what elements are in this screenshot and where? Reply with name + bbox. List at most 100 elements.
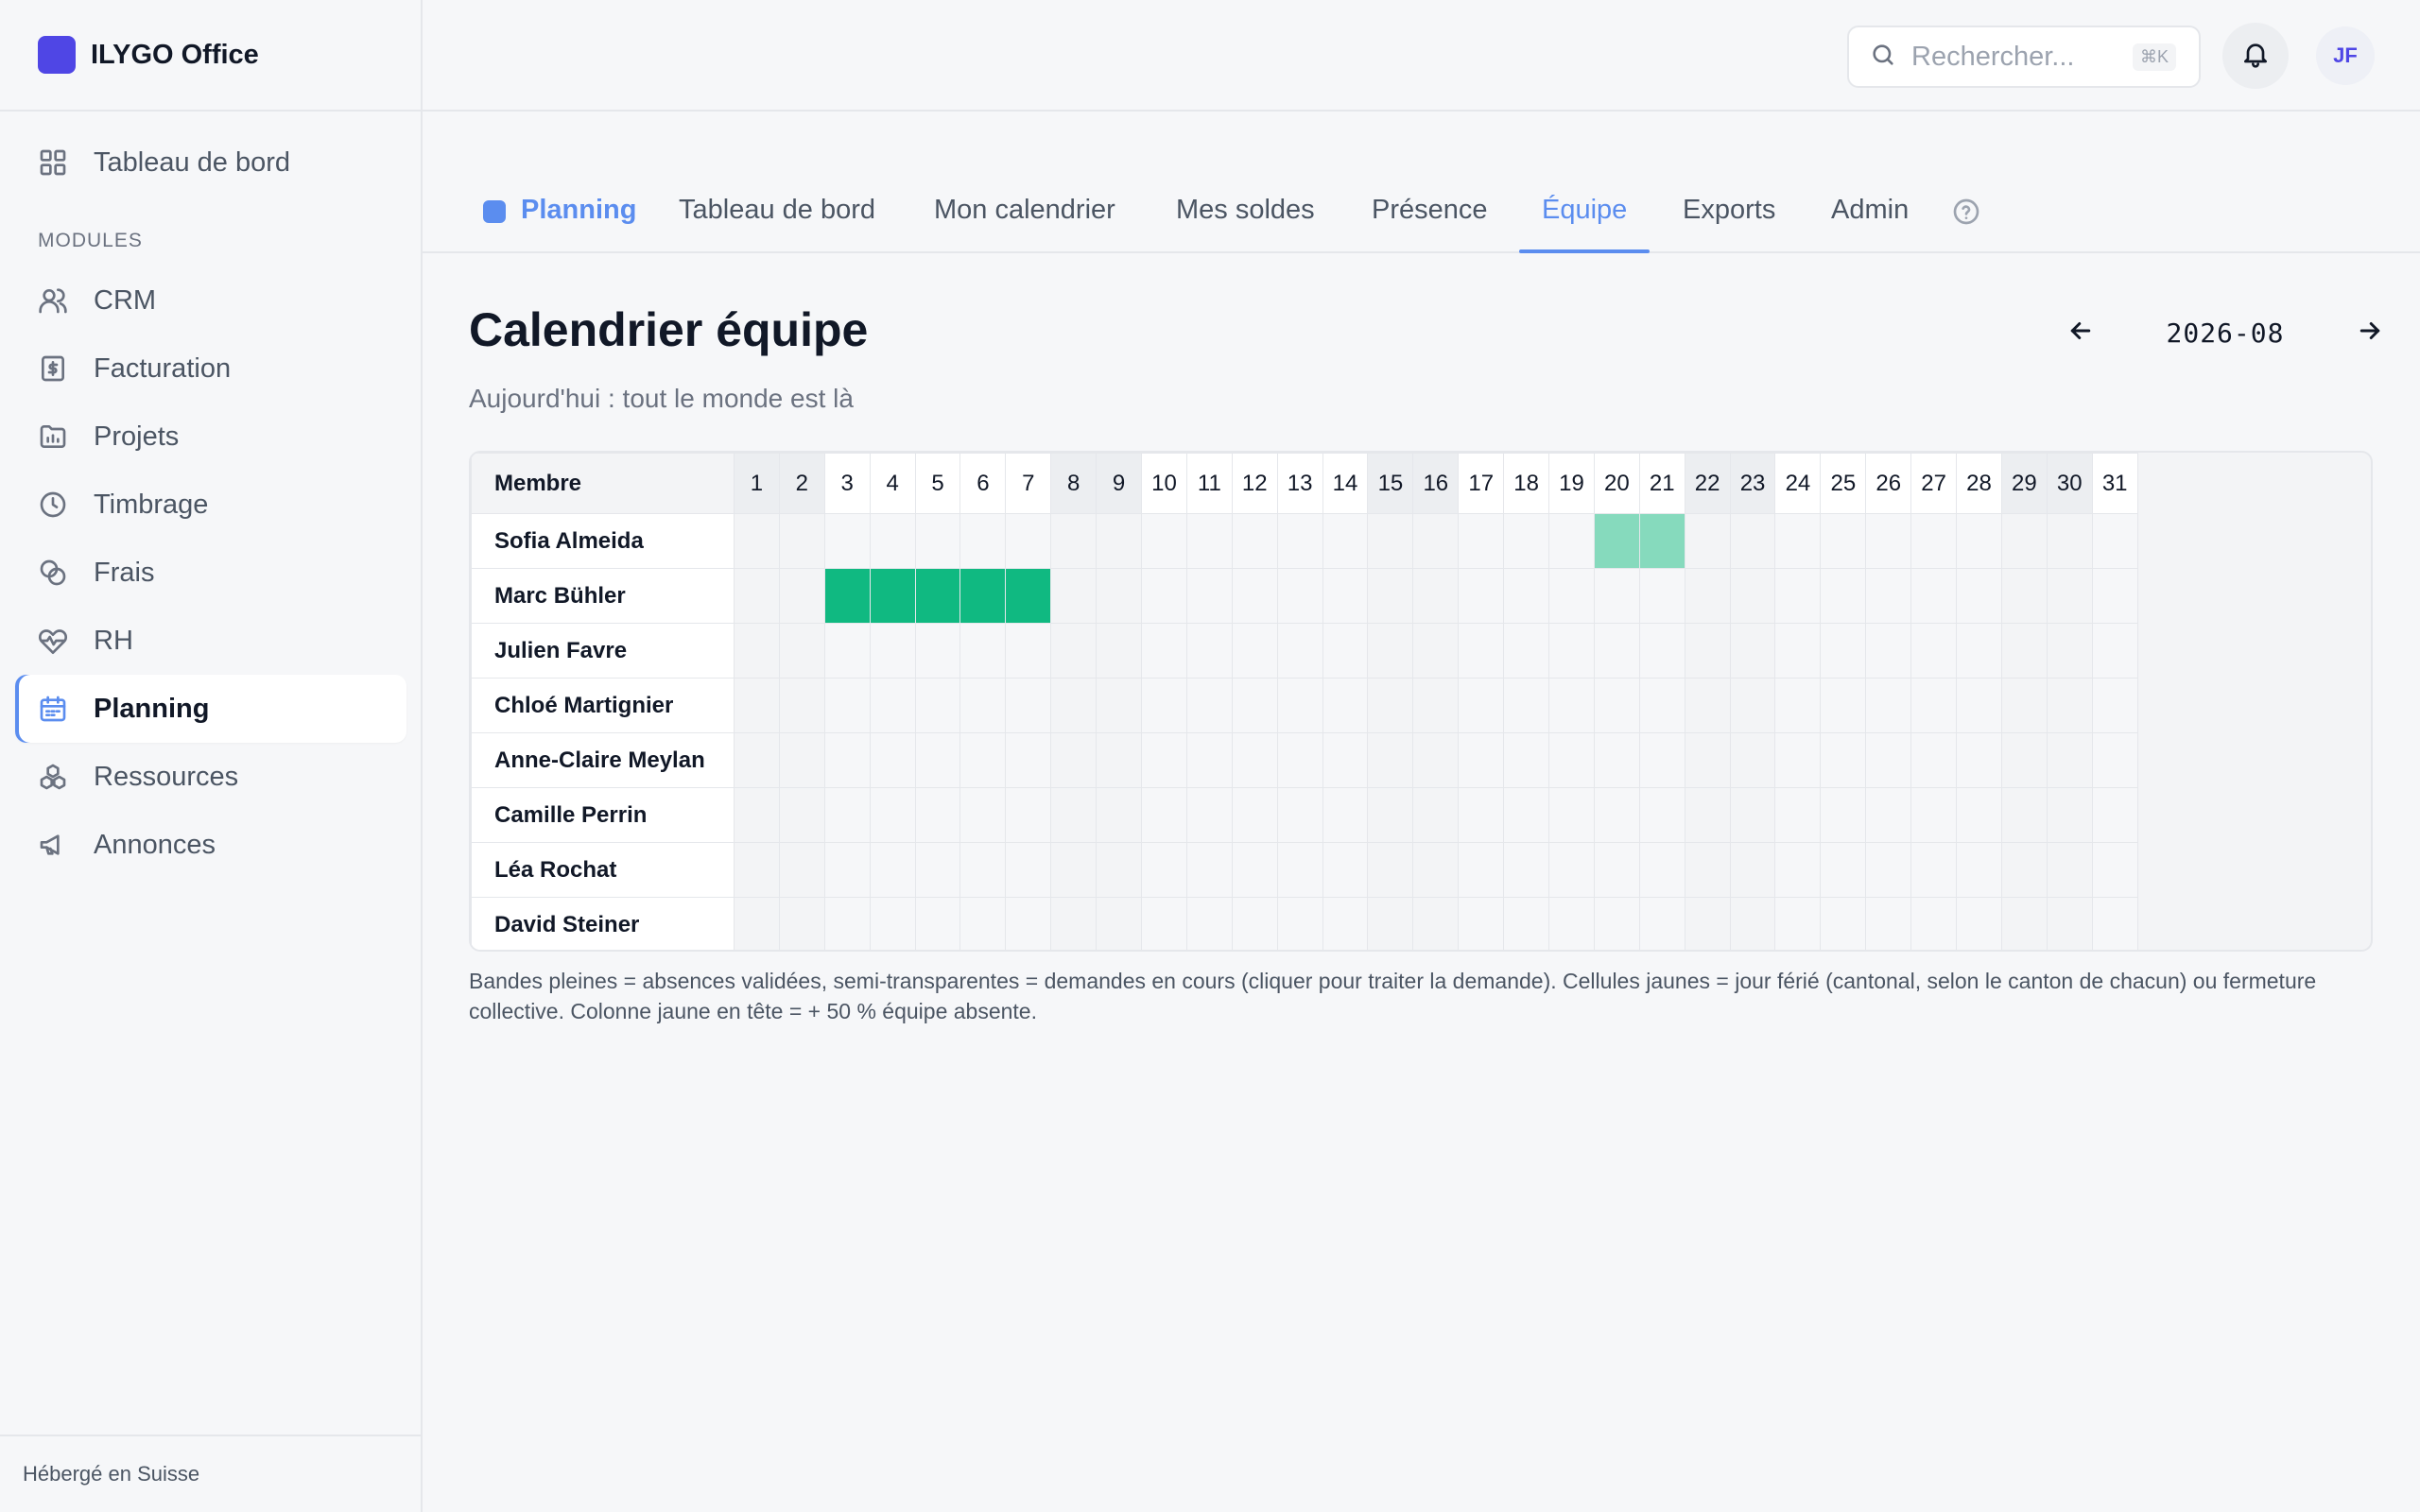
day-cell (1050, 568, 1098, 624)
absence-validated-cell[interactable] (823, 568, 871, 624)
sidebar-item-frais[interactable]: Frais (15, 539, 406, 607)
help-icon[interactable] (1951, 197, 1981, 227)
day-cell (1593, 568, 1640, 624)
tab-tableau-de-bord[interactable]: Tableau de bord (679, 195, 875, 253)
previous-month-button[interactable] (2066, 317, 2095, 350)
day-cell (1050, 513, 1098, 569)
day-cell (2091, 513, 2138, 569)
absence-validated-cell[interactable] (869, 568, 916, 624)
day-cell (1005, 623, 1052, 679)
sidebar-item-label: Frais (94, 557, 155, 588)
users-icon (38, 285, 68, 316)
page-title: Calendrier équipe (469, 303, 869, 356)
day-cell (1820, 623, 1867, 679)
member-name: David Steiner (471, 897, 735, 950)
day-cell (1910, 787, 1958, 843)
day-cell (1729, 732, 1776, 788)
brand[interactable]: ILYGO Office (0, 0, 421, 112)
day-cell (1684, 513, 1731, 569)
tab-admin[interactable]: Admin (1831, 195, 1909, 253)
tab-mes-soldes[interactable]: Mes soldes (1176, 195, 1315, 253)
planning-dot-icon (483, 200, 506, 223)
absence-request-cell[interactable] (1638, 513, 1685, 569)
sidebar-item-planning[interactable]: Planning (15, 675, 406, 743)
day-cell (734, 623, 780, 679)
day-cell (1729, 513, 1776, 569)
absence-request-cell[interactable] (1593, 513, 1640, 569)
calendar-icon (38, 694, 68, 724)
day-cell (2091, 842, 2138, 898)
day-header: 28 (1956, 453, 2002, 514)
coins-icon (38, 558, 68, 588)
day-cell (1729, 897, 1776, 950)
tab-planning-home[interactable]: Planning (483, 195, 636, 226)
sidebar-item-projets[interactable]: Projets (15, 403, 406, 471)
day-cell (1005, 897, 1052, 950)
sidebar-item-tableau-de-bord[interactable]: Tableau de bord (15, 129, 406, 197)
day-header: 23 (1729, 453, 1776, 514)
topbar: Rechercher... ⌘K JF (423, 0, 2420, 112)
day-cell (2000, 897, 2048, 950)
notifications-button[interactable] (2222, 23, 2289, 89)
day-header: 18 (1503, 453, 1550, 514)
day-cell (778, 787, 825, 843)
day-cell (959, 623, 1007, 679)
day-cell (1231, 568, 1278, 624)
day-cell (1729, 787, 1776, 843)
day-cell (1231, 787, 1278, 843)
day-cell (1005, 787, 1052, 843)
absence-validated-cell[interactable] (959, 568, 1007, 624)
avatar[interactable]: JF (2316, 26, 2375, 85)
day-cell (1956, 623, 2002, 679)
tab-exports[interactable]: Exports (1683, 195, 1775, 253)
day-cell (959, 787, 1007, 843)
sidebar-item-label: RH (94, 625, 133, 656)
sidebar-item-rh[interactable]: RH (15, 607, 406, 675)
day-cell (1050, 732, 1098, 788)
day-header: 31 (2091, 453, 2138, 514)
day-cell (1231, 678, 1278, 733)
day-cell (1458, 513, 1505, 569)
day-cell (1503, 623, 1550, 679)
search-input[interactable]: Rechercher... ⌘K (1847, 26, 2201, 88)
day-cell (1774, 568, 1822, 624)
day-cell (1050, 623, 1098, 679)
sidebar-item-timbrage[interactable]: Timbrage (15, 471, 406, 539)
day-cell (1956, 787, 2002, 843)
day-cell (1548, 678, 1595, 733)
day-cell (1548, 897, 1595, 950)
day-header: 29 (2000, 453, 2048, 514)
day-cell (1548, 842, 1595, 898)
tab-presence[interactable]: Présence (1372, 195, 1488, 253)
folder-chart-icon (38, 421, 68, 452)
day-cell (2000, 513, 2048, 569)
day-cell (1276, 842, 1323, 898)
arrow-right-icon (2360, 321, 2380, 339)
absence-validated-cell[interactable] (914, 568, 961, 624)
day-cell (1593, 897, 1640, 950)
tab-equipe[interactable]: Équipe (1518, 195, 1651, 253)
day-cell (1865, 623, 1912, 679)
day-header: 9 (1096, 453, 1143, 514)
sidebar-item-annonces[interactable]: Annonces (15, 811, 406, 879)
day-cell (1050, 897, 1098, 950)
tab-mon-calendrier[interactable]: Mon calendrier (934, 195, 1115, 253)
day-cell (1865, 513, 1912, 569)
day-cell (914, 623, 961, 679)
day-cell (914, 513, 961, 569)
sidebar-item-ressources[interactable]: Ressources (15, 743, 406, 811)
absence-validated-cell[interactable] (1005, 568, 1052, 624)
day-cell (778, 623, 825, 679)
day-cell (734, 732, 780, 788)
sidebar-item-label: Projets (94, 421, 180, 452)
day-cell (1096, 842, 1143, 898)
sidebar-item-facturation[interactable]: Facturation (15, 335, 406, 403)
day-header: 6 (959, 453, 1007, 514)
day-header: 10 (1141, 453, 1187, 514)
day-cell (1820, 897, 1867, 950)
day-cell (1774, 787, 1822, 843)
day-header: 27 (1910, 453, 1958, 514)
sidebar-item-crm[interactable]: CRM (15, 266, 406, 335)
next-month-button[interactable] (2356, 317, 2384, 350)
day-cell (1141, 897, 1187, 950)
